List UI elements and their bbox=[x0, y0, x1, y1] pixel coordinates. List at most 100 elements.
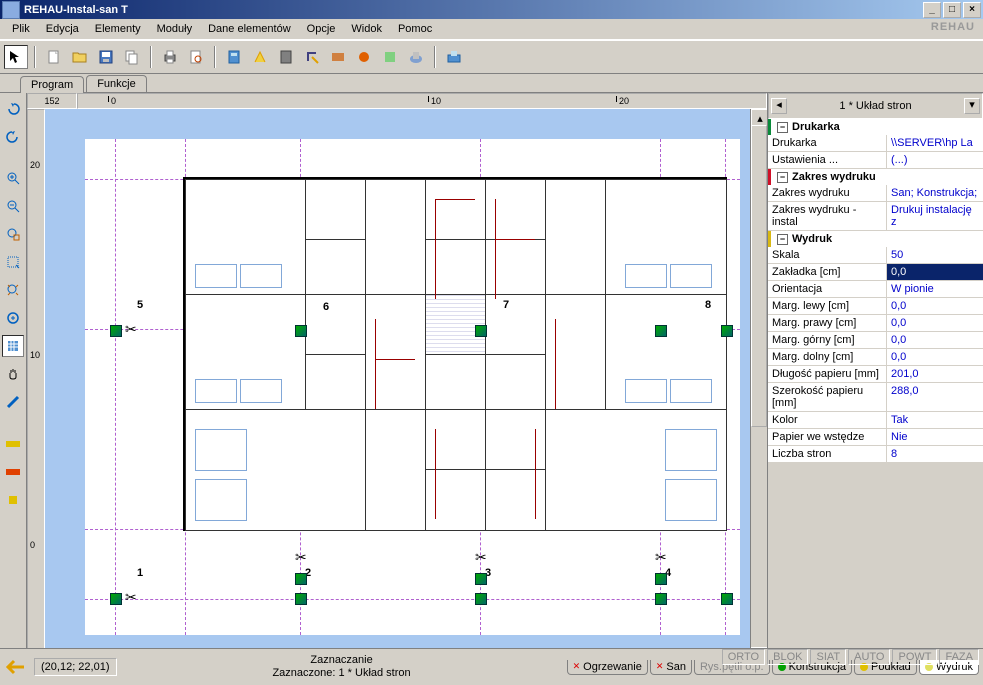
page-marker[interactable] bbox=[295, 593, 307, 605]
property-value[interactable]: Drukuj instalację z bbox=[886, 202, 983, 230]
page-marker[interactable] bbox=[295, 573, 307, 585]
property-row[interactable]: Marg. górny [cm]0,0 bbox=[768, 332, 983, 349]
property-value[interactable]: 288,0 bbox=[886, 383, 983, 411]
collapse-icon[interactable]: − bbox=[777, 172, 788, 183]
calc-5-button[interactable] bbox=[326, 45, 350, 69]
menu-edycja[interactable]: Edycja bbox=[38, 21, 87, 37]
property-row[interactable]: Ustawienia ...(...) bbox=[768, 152, 983, 169]
status-flag[interactable]: ORTO bbox=[722, 649, 765, 665]
property-row[interactable]: Liczba stron8 bbox=[768, 446, 983, 463]
print-button[interactable] bbox=[158, 45, 182, 69]
scroll-thumb[interactable] bbox=[751, 125, 767, 427]
calc-2-button[interactable] bbox=[248, 45, 272, 69]
zoom-in-button[interactable] bbox=[2, 167, 24, 189]
menu-elementy[interactable]: Elementy bbox=[87, 21, 149, 37]
maximize-button[interactable]: □ bbox=[943, 2, 961, 18]
status-flag[interactable]: POWT bbox=[892, 649, 937, 665]
page-marker[interactable] bbox=[655, 573, 667, 585]
zoom-realtime-button[interactable] bbox=[2, 307, 24, 329]
property-row[interactable]: Długość papieru [mm]201,0 bbox=[768, 366, 983, 383]
property-row[interactable]: Zakres wydruku - instalDrukuj instalację… bbox=[768, 202, 983, 231]
tab-funkcje[interactable]: Funkcje bbox=[86, 75, 147, 92]
calc-1-button[interactable] bbox=[222, 45, 246, 69]
new-button[interactable] bbox=[42, 45, 66, 69]
section-header[interactable]: −Zakres wydruku bbox=[768, 169, 983, 185]
pointer-tool-button[interactable] bbox=[4, 45, 28, 69]
page-marker[interactable] bbox=[110, 593, 122, 605]
layer-1-button[interactable] bbox=[2, 433, 24, 455]
property-value[interactable]: 0,0 bbox=[886, 349, 983, 365]
page-marker[interactable] bbox=[655, 593, 667, 605]
property-value[interactable]: Tak bbox=[886, 412, 983, 428]
pan-button[interactable] bbox=[2, 363, 24, 385]
zoom-extents-button[interactable] bbox=[2, 279, 24, 301]
page-marker[interactable] bbox=[295, 325, 307, 337]
calc-4-button[interactable] bbox=[300, 45, 324, 69]
section-header[interactable]: −Wydruk bbox=[768, 231, 983, 247]
print-preview-button[interactable] bbox=[184, 45, 208, 69]
property-value[interactable]: 0,0 bbox=[886, 264, 983, 280]
property-row[interactable]: Marg. dolny [cm]0,0 bbox=[768, 349, 983, 366]
property-row[interactable]: KolorTak bbox=[768, 412, 983, 429]
zoom-window-button[interactable] bbox=[2, 223, 24, 245]
close-button[interactable]: × bbox=[963, 2, 981, 18]
zoom-region-button[interactable] bbox=[2, 251, 24, 273]
property-value[interactable]: 8 bbox=[886, 446, 983, 462]
vertical-ruler[interactable]: 20 10 0 bbox=[27, 109, 45, 665]
property-row[interactable]: Skala50 bbox=[768, 247, 983, 264]
status-flag[interactable]: AUTO bbox=[848, 649, 890, 665]
menu-plik[interactable]: Plik bbox=[4, 21, 38, 37]
props-prev-button[interactable]: ◂ bbox=[771, 98, 787, 114]
collapse-icon[interactable]: − bbox=[777, 122, 788, 133]
status-flag[interactable]: FAZA bbox=[939, 649, 979, 665]
property-row[interactable]: Papier we wstędzeNie bbox=[768, 429, 983, 446]
page-marker[interactable] bbox=[721, 593, 733, 605]
tab-program[interactable]: Program bbox=[20, 76, 84, 93]
property-row[interactable]: Zakres wydrukuSan; Konstrukcja; bbox=[768, 185, 983, 202]
minimize-button[interactable]: _ bbox=[923, 2, 941, 18]
property-row[interactable]: Marg. lewy [cm]0,0 bbox=[768, 298, 983, 315]
copy-button[interactable] bbox=[120, 45, 144, 69]
collapse-icon[interactable]: − bbox=[777, 234, 788, 245]
save-button[interactable] bbox=[94, 45, 118, 69]
menu-moduly[interactable]: Moduły bbox=[149, 21, 200, 37]
property-value[interactable]: San; Konstrukcja; bbox=[886, 185, 983, 201]
property-row[interactable]: Szerokość papieru [mm]288,0 bbox=[768, 383, 983, 412]
calc-6-button[interactable] bbox=[352, 45, 376, 69]
calc-9-button[interactable] bbox=[442, 45, 466, 69]
page-marker[interactable] bbox=[475, 325, 487, 337]
property-value[interactable]: 50 bbox=[886, 247, 983, 263]
drawing-canvas[interactable]: 5 6 7 8 1 2 3 4 ✂ bbox=[45, 109, 750, 665]
page-marker[interactable] bbox=[475, 573, 487, 585]
undo-button[interactable] bbox=[2, 97, 24, 119]
property-value[interactable]: 0,0 bbox=[886, 332, 983, 348]
zoom-out-button[interactable] bbox=[2, 195, 24, 217]
open-button[interactable] bbox=[68, 45, 92, 69]
page-marker[interactable] bbox=[110, 325, 122, 337]
property-value[interactable]: (...) bbox=[886, 152, 983, 168]
property-value[interactable]: 201,0 bbox=[886, 366, 983, 382]
layer-2-button[interactable] bbox=[2, 461, 24, 483]
page-marker[interactable] bbox=[721, 325, 733, 337]
property-value[interactable]: Nie bbox=[886, 429, 983, 445]
property-row[interactable]: Drukarka\\SERVER\hp La bbox=[768, 135, 983, 152]
property-value[interactable]: \\SERVER\hp La bbox=[886, 135, 983, 151]
section-header[interactable]: −Drukarka bbox=[768, 119, 983, 135]
calc-7-button[interactable] bbox=[378, 45, 402, 69]
menu-dane-elementow[interactable]: Dane elementów bbox=[200, 21, 299, 37]
property-value[interactable]: 0,0 bbox=[886, 315, 983, 331]
layer-3-button[interactable] bbox=[2, 489, 24, 511]
page-marker[interactable] bbox=[655, 325, 667, 337]
property-row[interactable]: OrientacjaW pionie bbox=[768, 281, 983, 298]
status-flag[interactable]: BLOK bbox=[767, 649, 808, 665]
horizontal-ruler[interactable]: 0 10 20 bbox=[77, 93, 767, 109]
calc-8-button[interactable] bbox=[404, 45, 428, 69]
grid-button[interactable] bbox=[2, 335, 24, 357]
property-value[interactable]: W pionie bbox=[886, 281, 983, 297]
page-marker[interactable] bbox=[475, 593, 487, 605]
property-row[interactable]: Marg. prawy [cm]0,0 bbox=[768, 315, 983, 332]
status-flag[interactable]: SIAT bbox=[810, 649, 846, 665]
measure-button[interactable] bbox=[2, 391, 24, 413]
ruler-corner[interactable]: 152 bbox=[27, 93, 77, 109]
menu-pomoc[interactable]: Pomoc bbox=[390, 21, 440, 37]
